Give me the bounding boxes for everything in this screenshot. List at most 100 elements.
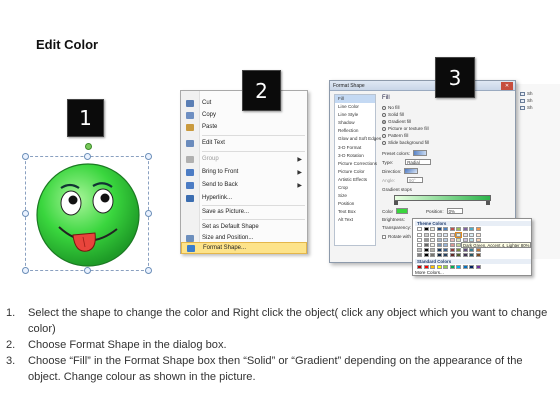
color-swatch[interactable] xyxy=(462,233,468,237)
color-swatch[interactable] xyxy=(430,227,435,231)
more-colors-link[interactable]: More Colors... xyxy=(415,270,444,275)
nav-line-style[interactable]: Line Style xyxy=(335,111,375,119)
color-swatch[interactable] xyxy=(462,227,468,231)
rotation-handle[interactable] xyxy=(85,143,92,150)
radio-picture-fill[interactable]: Picture or texture fill xyxy=(382,126,429,131)
color-swatch[interactable] xyxy=(443,238,448,242)
color-swatch[interactable] xyxy=(430,243,435,247)
color-swatch[interactable] xyxy=(443,243,448,247)
color-swatch[interactable] xyxy=(430,253,435,257)
color-swatch[interactable] xyxy=(449,253,455,257)
radio-gradient-fill[interactable]: Gradient fill xyxy=(382,119,411,124)
standard-color-swatch[interactable] xyxy=(462,265,468,269)
color-swatch[interactable] xyxy=(417,253,422,257)
color-swatch[interactable] xyxy=(475,253,481,257)
nav-alt-text[interactable]: Alt Text xyxy=(335,216,375,224)
resize-handle[interactable] xyxy=(22,153,29,160)
color-dropdown[interactable] xyxy=(395,208,408,214)
standard-color-swatch[interactable] xyxy=(449,265,455,269)
color-swatch[interactable] xyxy=(436,248,442,252)
color-swatch[interactable] xyxy=(462,253,468,257)
side-panel-item[interactable]: Sh xyxy=(520,105,533,110)
color-swatch[interactable] xyxy=(456,227,461,231)
resize-handle[interactable] xyxy=(84,153,91,160)
nav-crop[interactable]: Crop xyxy=(335,184,375,192)
position-input[interactable]: 0% xyxy=(446,208,463,214)
color-swatch[interactable] xyxy=(436,253,442,257)
color-swatch[interactable] xyxy=(469,253,474,257)
color-swatch[interactable] xyxy=(449,227,455,231)
color-swatch[interactable] xyxy=(423,248,429,252)
gradient-stops-bar[interactable] xyxy=(394,195,491,201)
nav-3d-rotation[interactable]: 3-D Rotation xyxy=(335,152,375,160)
nav-size[interactable]: Size xyxy=(335,192,375,200)
standard-color-swatch[interactable] xyxy=(436,265,442,269)
nav-fill[interactable]: Fill xyxy=(335,95,375,104)
direction-dropdown[interactable] xyxy=(404,168,419,174)
menu-item-paste[interactable]: Paste xyxy=(181,121,307,133)
color-swatch[interactable] xyxy=(455,232,462,238)
nav-glow[interactable]: Glow and Soft Edges xyxy=(335,135,381,143)
color-swatch[interactable] xyxy=(436,243,442,247)
nav-reflection[interactable]: Reflection xyxy=(335,127,375,135)
color-swatch[interactable] xyxy=(469,227,474,231)
menu-item-send-to-back[interactable]: Send to Back ▶ xyxy=(181,179,307,191)
color-swatch[interactable] xyxy=(443,253,448,257)
nav-artistic-effects[interactable]: Artistic Effects xyxy=(335,176,375,184)
color-swatch[interactable] xyxy=(417,227,422,231)
menu-item-bring-to-front[interactable]: Bring to Front ▶ xyxy=(181,166,307,178)
color-swatch[interactable] xyxy=(417,243,422,247)
gradient-stop-handle[interactable] xyxy=(394,201,398,205)
color-swatch[interactable] xyxy=(456,253,461,257)
type-dropdown[interactable]: Radial xyxy=(405,159,432,165)
color-swatch[interactable] xyxy=(443,233,448,237)
standard-color-swatch[interactable] xyxy=(443,265,448,269)
menu-item-hyperlink[interactable]: Hyperlink... xyxy=(181,192,307,204)
close-icon[interactable]: ✕ xyxy=(501,82,513,90)
resize-handle[interactable] xyxy=(145,210,152,217)
color-swatch[interactable] xyxy=(443,227,448,231)
color-swatch[interactable] xyxy=(449,238,455,242)
color-swatch[interactable] xyxy=(436,233,442,237)
color-swatch[interactable] xyxy=(423,233,429,237)
resize-handle[interactable] xyxy=(145,153,152,160)
radio-pattern-fill[interactable]: Pattern fill xyxy=(382,133,408,138)
angle-input[interactable]: 90° xyxy=(407,177,424,183)
color-swatch[interactable] xyxy=(475,227,481,231)
smiley-face-shape[interactable] xyxy=(35,161,141,269)
color-swatch[interactable] xyxy=(449,248,455,252)
nav-picture-color[interactable]: Picture Color xyxy=(335,168,375,176)
color-swatch[interactable] xyxy=(423,238,429,242)
color-swatch[interactable] xyxy=(436,238,442,242)
color-swatch[interactable] xyxy=(469,233,474,237)
radio-slide-background-fill[interactable]: Slide background fill xyxy=(382,140,429,145)
standard-color-swatch[interactable] xyxy=(456,265,461,269)
color-swatch[interactable] xyxy=(417,238,422,242)
color-swatch[interactable] xyxy=(475,233,481,237)
color-swatch[interactable] xyxy=(430,248,435,252)
color-swatch[interactable] xyxy=(456,248,461,252)
menu-item-edit-text[interactable]: Edit Text xyxy=(181,137,307,149)
menu-item-save-as-picture[interactable]: Save as Picture... xyxy=(181,206,307,218)
color-swatch[interactable] xyxy=(423,253,429,257)
standard-color-swatch[interactable] xyxy=(469,265,474,269)
nav-picture-corrections[interactable]: Picture Corrections xyxy=(335,160,377,168)
standard-color-swatch[interactable] xyxy=(430,265,435,269)
menu-item-format-shape[interactable]: Format Shape... xyxy=(181,242,307,254)
standard-color-swatch[interactable] xyxy=(475,265,481,269)
nav-position[interactable]: Position xyxy=(335,200,375,208)
color-swatch[interactable] xyxy=(423,227,429,231)
radio-solid-fill[interactable]: Solid fill xyxy=(382,112,404,117)
radio-no-fill[interactable]: No fill xyxy=(382,105,400,110)
nav-text-box[interactable]: Text Box xyxy=(335,208,375,216)
color-swatch[interactable] xyxy=(449,233,455,237)
nav-3d-format[interactable]: 3-D Format xyxy=(335,144,375,152)
standard-color-swatch[interactable] xyxy=(417,265,422,269)
nav-shadow[interactable]: Shadow xyxy=(335,119,375,127)
resize-handle[interactable] xyxy=(145,267,152,274)
color-swatch[interactable] xyxy=(417,248,422,252)
side-panel-item[interactable]: Sh xyxy=(520,91,533,96)
color-swatch[interactable] xyxy=(423,243,429,247)
resize-handle[interactable] xyxy=(22,267,29,274)
gradient-stop-handle[interactable] xyxy=(486,201,490,205)
